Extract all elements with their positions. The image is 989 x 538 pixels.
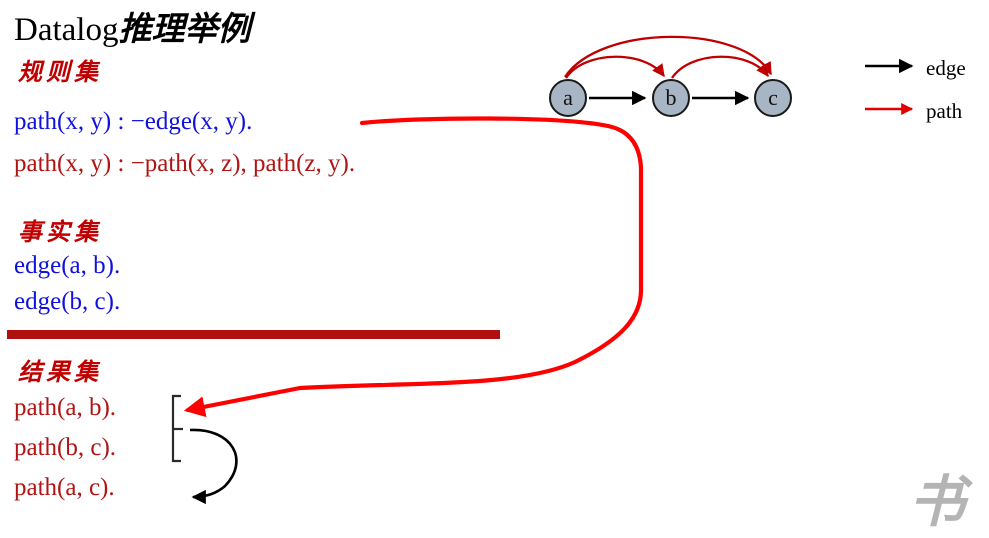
graph-node-c: c bbox=[754, 79, 792, 117]
slide-canvas: Datalog推理举例 规则集 path(x, y) : −edge(x, y)… bbox=[0, 0, 989, 538]
legend-label-path: path bbox=[926, 99, 963, 123]
graph-path-arc-a-b bbox=[565, 55, 665, 79]
section-divider-bar bbox=[7, 330, 500, 339]
results-section-heading: 结果集 bbox=[18, 357, 102, 386]
page-title: Datalog推理举例 bbox=[14, 2, 250, 50]
page-title-cjk: 推理举例 bbox=[118, 9, 251, 48]
rule-line-2: path(x, y) : −path(x, z), path(z, y). bbox=[14, 150, 356, 177]
watermark-seal: 书 bbox=[909, 469, 965, 535]
fact-line-1: edge(a, b). bbox=[14, 252, 121, 279]
graph-node-b: b bbox=[652, 79, 690, 117]
group-bracket bbox=[171, 394, 181, 463]
graph-path-arc-a-c bbox=[564, 35, 772, 78]
fact-line-2: edge(b, c). bbox=[14, 288, 121, 315]
rule-line-1: path(x, y) : −edge(x, y). bbox=[14, 108, 253, 135]
result-line-2: path(b, c). bbox=[14, 434, 117, 461]
vector-overlay bbox=[171, 35, 914, 505]
rules-section-heading: 规则集 bbox=[18, 57, 102, 86]
graph-node-a: a bbox=[549, 79, 587, 117]
legend-label-edge: edge bbox=[926, 56, 966, 80]
page-title-latin: Datalog bbox=[14, 12, 119, 48]
result-line-1: path(a, b). bbox=[14, 394, 117, 421]
combine-arrow bbox=[189, 428, 238, 505]
facts-section-heading: 事实集 bbox=[18, 217, 102, 246]
result-line-3: path(a, c). bbox=[14, 474, 115, 501]
graph-path-arc-b-c bbox=[671, 55, 769, 79]
